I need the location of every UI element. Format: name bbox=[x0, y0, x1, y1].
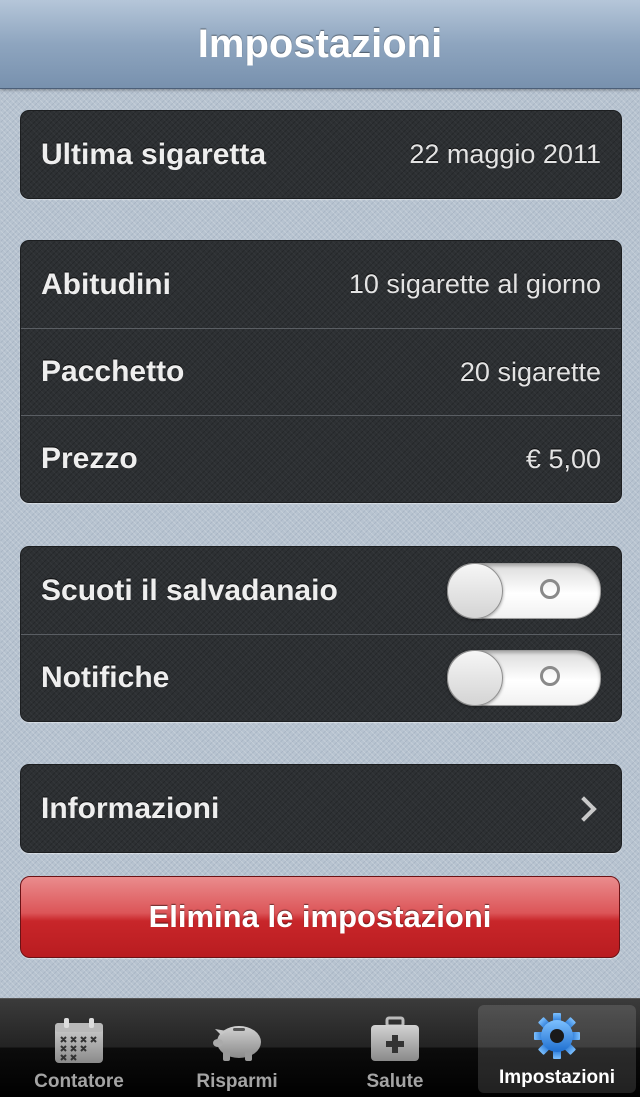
tab-label: Impostazioni bbox=[498, 1067, 616, 1088]
shake-piggy-bank-row: Scuoti il salvadanaio bbox=[21, 547, 621, 634]
price-value: € 5,00 bbox=[525, 443, 601, 474]
last-cigarette-group: Ultima sigaretta 22 maggio 2011 bbox=[20, 110, 622, 199]
pack-row[interactable]: Pacchetto 20 sigarette bbox=[21, 328, 621, 415]
info-label: Informazioni bbox=[41, 791, 220, 825]
last-cigarette-value: 22 maggio 2011 bbox=[409, 139, 601, 169]
habits-label: Abitudini bbox=[41, 267, 171, 301]
pack-label: Pacchetto bbox=[41, 355, 185, 388]
medical-kit-icon bbox=[371, 1016, 419, 1061]
tab-label: Salute bbox=[366, 1071, 424, 1092]
chevron-right-icon bbox=[571, 795, 597, 822]
pack-value: 20 sigarette bbox=[459, 356, 601, 387]
info-group: Informazioni bbox=[20, 764, 622, 853]
tab-label: Risparmi bbox=[196, 1071, 278, 1092]
switch-knob[interactable] bbox=[447, 650, 503, 706]
reset-settings-button[interactable]: Elimina le impostazioni bbox=[20, 876, 620, 958]
navigation-bar: Impostazioni bbox=[0, 0, 640, 89]
notifications-row: Notifiche bbox=[21, 634, 621, 721]
shake-piggy-bank-label: Scuoti il salvadanaio bbox=[41, 573, 338, 607]
tab-label: Contatore bbox=[34, 1071, 124, 1092]
gear-icon bbox=[534, 1013, 580, 1059]
tab-salute[interactable]: Salute bbox=[316, 999, 474, 1097]
price-label: Prezzo bbox=[41, 442, 138, 475]
last-cigarette-label: Ultima sigaretta bbox=[41, 137, 267, 171]
calendar-icon bbox=[55, 1018, 103, 1063]
habits-group: Abitudini 10 sigarette al giorno Pacchet… bbox=[20, 240, 622, 503]
toggles-group: Scuoti il salvadanaio Notifiche bbox=[20, 546, 622, 722]
switch-off-icon bbox=[540, 578, 560, 599]
shake-piggy-bank-switch[interactable] bbox=[447, 562, 601, 619]
habits-row[interactable]: Abitudini 10 sigarette al giorno bbox=[21, 241, 621, 328]
tab-bar: Contatore Risparmi Salute Impostazioni bbox=[0, 998, 640, 1097]
tab-impostazioni[interactable]: Impostazioni bbox=[478, 1005, 636, 1093]
habits-value: 10 sigarette al giorno bbox=[348, 269, 601, 299]
tab-contatore[interactable]: Contatore bbox=[0, 999, 158, 1097]
notifications-switch[interactable] bbox=[447, 650, 601, 706]
switch-knob[interactable] bbox=[447, 562, 503, 619]
last-cigarette-row[interactable]: Ultima sigaretta 22 maggio 2011 bbox=[21, 111, 621, 198]
info-row[interactable]: Informazioni bbox=[21, 765, 621, 852]
piggy-bank-icon bbox=[213, 1026, 261, 1061]
price-row[interactable]: Prezzo € 5,00 bbox=[21, 415, 621, 502]
page-title: Impostazioni bbox=[197, 21, 443, 66]
notifications-label: Notifiche bbox=[41, 661, 170, 694]
switch-off-icon bbox=[540, 666, 560, 686]
tab-risparmi[interactable]: Risparmi bbox=[158, 999, 316, 1097]
